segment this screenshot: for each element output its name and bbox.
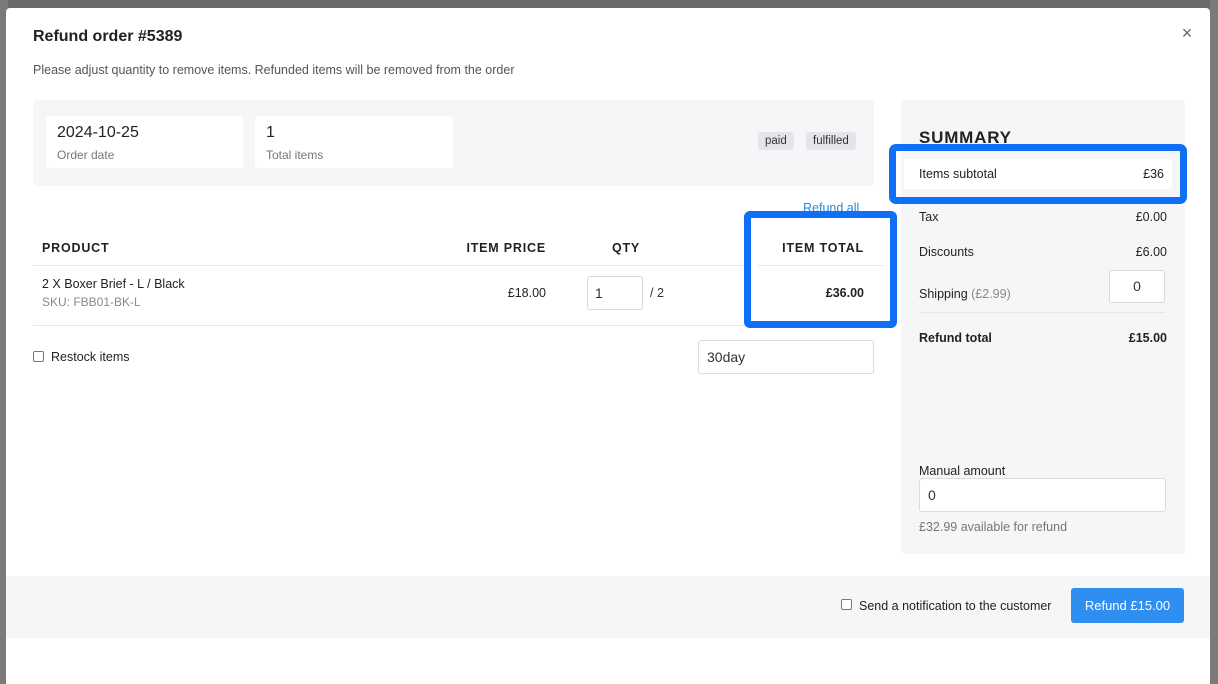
status-badge-fulfilled: fulfilled — [806, 132, 856, 150]
shipping-label-row: Shipping (£2.99) — [919, 287, 1011, 301]
restock-checkbox[interactable] — [33, 351, 44, 362]
tax-value: £0.00 — [1135, 210, 1167, 224]
refund-button[interactable]: Refund £15.00 — [1071, 588, 1184, 623]
refund-total-label: Refund total — [919, 331, 992, 345]
discounts-value: £6.00 — [1135, 245, 1167, 259]
quantity-max: / 2 — [650, 286, 664, 300]
total-items-value: 1 — [266, 124, 275, 141]
order-info-panel: 2024-10-25 Order date 1 Total items paid… — [33, 100, 874, 186]
order-date-label: Order date — [57, 148, 115, 162]
shipping-hint: (£2.99) — [971, 287, 1011, 301]
column-header-qty: QTY — [611, 241, 641, 255]
item-total-highlight — [744, 211, 897, 328]
summary-divider — [919, 312, 1165, 313]
page-backdrop-right — [1210, 0, 1218, 684]
items-subtotal-highlight — [889, 144, 1187, 204]
product-sku: SKU: FBB01-BK-L — [42, 295, 141, 309]
modal-subtitle: Please adjust quantity to remove items. … — [33, 63, 515, 77]
available-for-refund: £32.99 available for refund — [919, 520, 1068, 534]
order-date-card: 2024-10-25 Order date — [46, 116, 243, 168]
total-items-label: Total items — [266, 148, 324, 162]
shipping-amount-input[interactable]: 0 — [1109, 270, 1165, 303]
notify-customer-label: Send a notification to the customer — [859, 599, 1052, 613]
notify-customer-checkbox[interactable] — [841, 599, 852, 610]
product-name: 2 X Boxer Brief - L / Black — [42, 277, 185, 291]
item-price: £18.00 — [507, 286, 546, 300]
modal-title: Refund order #5389 — [33, 28, 183, 45]
close-icon[interactable]: × — [1178, 24, 1196, 42]
total-items-card: 1 Total items — [255, 116, 453, 168]
restock-label: Restock items — [51, 350, 130, 364]
status-badge-paid: paid — [758, 132, 794, 150]
manual-amount-input[interactable]: 0 — [919, 478, 1166, 512]
order-date-value: 2024-10-25 — [57, 124, 139, 141]
tax-label: Tax — [919, 210, 939, 224]
refund-modal: Refund order #5389 × Please adjust quant… — [6, 8, 1210, 684]
quantity-input[interactable]: 1 — [587, 276, 643, 310]
shipping-label: Shipping — [919, 287, 968, 301]
column-header-product: PRODUCT — [42, 241, 110, 255]
discounts-label: Discounts — [919, 245, 974, 259]
refund-total-value: £15.00 — [1128, 331, 1167, 345]
table-header-divider — [33, 265, 745, 266]
refund-reason-input[interactable]: 30day — [698, 340, 874, 374]
column-header-item-price: ITEM PRICE — [466, 241, 546, 255]
manual-amount-label: Manual amount — [919, 464, 1006, 478]
